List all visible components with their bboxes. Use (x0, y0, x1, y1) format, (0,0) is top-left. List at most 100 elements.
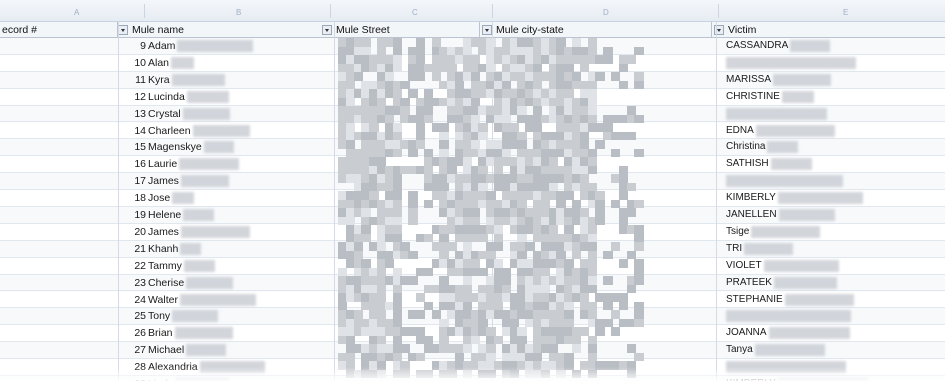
redacted-victim-detail (770, 158, 812, 171)
record-number: 17 (134, 175, 146, 188)
record-number: 26 (134, 327, 146, 340)
record-number: 14 (134, 124, 146, 137)
record-number: 20 (134, 225, 146, 238)
redacted-surname (174, 327, 234, 340)
redacted-victim-detail (790, 40, 831, 52)
redacted-surname (186, 344, 226, 357)
filter-dropdown-icon[interactable] (322, 25, 332, 35)
victim-cell[interactable]: JOANNA (726, 327, 767, 338)
header-mule-city-state[interactable]: Mule city-state (480, 22, 712, 38)
filter-dropdown-icon[interactable] (482, 25, 492, 35)
victim-cell[interactable]: SATHISH (726, 158, 769, 169)
redacted-surname (171, 73, 226, 86)
mule-name-cell[interactable]: Kyra (148, 74, 170, 86)
mule-name-cell[interactable]: Crystal (148, 108, 181, 120)
mule-name-cell[interactable]: Walter (148, 294, 178, 306)
record-number: 27 (134, 344, 146, 357)
victim-cell[interactable]: TRI (726, 243, 742, 254)
mule-name-cell[interactable]: Adam (148, 40, 175, 52)
mule-name-cell[interactable]: Brian (148, 327, 173, 339)
redacted-surname (182, 107, 230, 120)
mule-name-cell[interactable]: Helene (148, 209, 181, 221)
column-letter: E (843, 8, 849, 17)
redacted-victim-detail (777, 192, 864, 205)
mule-name-cell[interactable]: Laurie (148, 158, 177, 170)
redacted-victim-detail (767, 141, 798, 154)
redacted-victim-detail (763, 259, 840, 272)
victim-cell[interactable]: CHRISTINE (726, 91, 780, 102)
header-record[interactable]: ecord # (0, 22, 118, 38)
victim-cell[interactable]: KIMBERLY (726, 192, 776, 203)
mule-name-cell[interactable]: Lucinda (148, 91, 185, 103)
victim-cell[interactable]: Christina (726, 141, 765, 152)
victim-cell[interactable]: JANELLEN (726, 209, 777, 220)
header-mule-name[interactable]: Mule name (118, 22, 330, 38)
victim-cell[interactable]: EDNA (726, 125, 754, 136)
victim-cell[interactable]: STEPHANIE (726, 294, 783, 305)
mule-name-cell[interactable]: Tammy (148, 260, 182, 272)
mule-name-cell[interactable]: Alan (148, 57, 169, 69)
redacted-surname (180, 225, 251, 238)
record-number: 9 (140, 40, 146, 52)
victim-cell[interactable]: MARISSA (726, 74, 771, 85)
redacted-victim-detail (751, 225, 820, 238)
header-mule-city-state-label: Mule city-state (496, 24, 564, 36)
victim-cell[interactable]: VIOLET (726, 260, 762, 271)
column-letter: C (412, 8, 418, 17)
record-number: 25 (134, 310, 146, 323)
header-row: ecord # Mule name Mule Street Mule city-… (0, 22, 945, 38)
record-number: 10 (134, 56, 146, 69)
mule-name-cell[interactable]: James (148, 175, 179, 187)
mule-name-cell[interactable]: Michael (148, 344, 184, 356)
redacted-surname (183, 209, 214, 221)
header-mule-name-label: Mule name (132, 24, 184, 36)
spreadsheet: A B C D E ecord # Mule name Mule Street … (0, 0, 945, 381)
mule-name-cell[interactable]: Cherise (148, 277, 184, 289)
mule-name-cell[interactable]: Tony (148, 310, 170, 322)
victim-cell[interactable]: PRATEEK (726, 277, 772, 288)
mule-name-cell[interactable]: Jose (148, 192, 170, 204)
redacted-victim-detail (726, 175, 843, 188)
header-record-label: ecord # (2, 24, 38, 36)
redacted-victim-detail (755, 124, 836, 137)
redacted-surname (180, 242, 201, 255)
redacted-victim-detail (754, 344, 825, 357)
mule-name-cell[interactable]: Charleen (148, 125, 191, 137)
header-victim[interactable]: Victim (712, 22, 945, 38)
redacted-surname (172, 310, 219, 323)
header-mule-street[interactable]: Mule Street (320, 22, 480, 38)
record-number: 11 (135, 73, 146, 86)
victim-cell[interactable]: Tsige (726, 226, 749, 237)
redacted-victim-detail (726, 107, 827, 120)
redacted-surname (203, 141, 234, 154)
mule-name-cell[interactable]: James (148, 226, 179, 238)
mule-name-cell[interactable]: Khanh (148, 243, 178, 255)
redacted-victim-detail (773, 73, 831, 86)
redacted-victim-detail (726, 56, 857, 69)
redacted-surname (179, 158, 240, 171)
redacted-surname (172, 192, 194, 205)
record-number: 13 (134, 107, 146, 120)
redacted-surname (192, 124, 251, 137)
header-victim-label: Victim (728, 24, 757, 36)
redacted-victim-detail (726, 310, 851, 323)
redacted-surname (183, 259, 215, 272)
redacted-surname (180, 175, 229, 188)
record-number: 23 (134, 276, 146, 289)
header-mule-street-label: Mule Street (336, 24, 390, 36)
column-letter: D (603, 8, 609, 17)
victim-cell[interactable]: CASSANDRA (726, 40, 788, 51)
redacted-surname (186, 276, 233, 289)
record-number: 16 (134, 158, 146, 171)
redacted-surname (186, 90, 230, 103)
table-row[interactable]: 23 Cherise PRATEEK (0, 274, 945, 292)
record-number: 12 (134, 90, 146, 103)
filter-dropdown-icon[interactable] (118, 25, 128, 35)
redacted-surname (171, 56, 195, 69)
redacted-surname (177, 40, 253, 52)
victim-cell[interactable]: Tanya (726, 344, 753, 355)
record-number: 18 (134, 192, 146, 205)
record-number: 24 (134, 293, 146, 306)
redacted-victim-detail (773, 276, 838, 289)
mule-name-cell[interactable]: Magenskye (148, 141, 202, 153)
